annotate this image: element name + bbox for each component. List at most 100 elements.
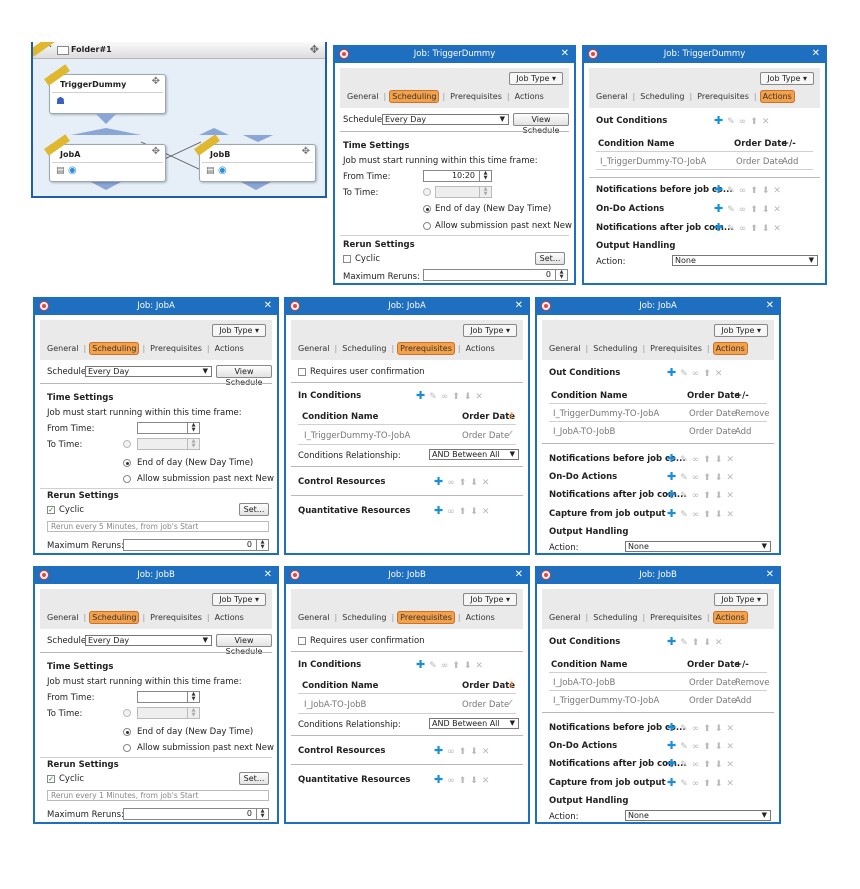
edit-icon[interactable]: ✎ bbox=[680, 760, 692, 770]
tab-actions[interactable]: Actions bbox=[759, 90, 795, 103]
add-icon[interactable]: ✚ bbox=[434, 773, 447, 786]
tab-general[interactable]: General bbox=[547, 612, 583, 623]
delete-icon[interactable]: ✕ bbox=[762, 117, 774, 127]
move-down-icon[interactable]: ⬇ bbox=[762, 186, 774, 196]
tab-scheduling[interactable]: Scheduling bbox=[638, 91, 686, 102]
from-time-input[interactable]: ▲ ▼ bbox=[137, 691, 200, 703]
to-time-radio[interactable] bbox=[423, 188, 431, 196]
delete-icon[interactable]: ✕ bbox=[773, 205, 785, 215]
close-icon[interactable]: ✕ bbox=[264, 300, 272, 311]
set-button[interactable]: Set... bbox=[535, 252, 565, 265]
add-icon[interactable]: ✚ bbox=[714, 202, 727, 215]
tab-general[interactable]: General bbox=[45, 343, 81, 354]
move-up-icon[interactable]: ⬆ bbox=[703, 510, 715, 520]
delete-icon[interactable]: ✕ bbox=[726, 760, 738, 770]
move-down-icon[interactable]: ⬇ bbox=[715, 779, 727, 789]
to-time-input[interactable]: ▲ ▼ bbox=[137, 707, 200, 719]
allow-submission-radio[interactable] bbox=[423, 222, 431, 230]
add-icon[interactable]: ✚ bbox=[416, 389, 429, 402]
close-icon[interactable]: ✕ bbox=[766, 569, 774, 580]
link-icon[interactable]: ∞ bbox=[447, 747, 459, 757]
edit-icon[interactable]: ✎ bbox=[429, 661, 441, 671]
delete-icon[interactable]: ✕ bbox=[726, 742, 738, 752]
delete-icon[interactable]: ✕ bbox=[773, 186, 785, 196]
to-time-input[interactable]: ▲ ▼ bbox=[435, 186, 492, 198]
link-icon[interactable]: ∞ bbox=[447, 478, 459, 488]
edit-icon[interactable]: ✎ bbox=[680, 638, 692, 648]
move-up-icon[interactable]: ⬆ bbox=[703, 491, 715, 501]
view-schedule-button[interactable]: View Schedule bbox=[513, 113, 569, 135]
cyclic-checkbox[interactable]: ✓ bbox=[47, 775, 55, 783]
move-icon[interactable]: ✥ bbox=[302, 146, 310, 157]
move-up-icon[interactable]: ⬆ bbox=[703, 779, 715, 789]
delete-icon[interactable]: ✕ bbox=[773, 224, 785, 234]
tab-scheduling[interactable]: Scheduling bbox=[591, 612, 639, 623]
add-icon[interactable]: ✚ bbox=[416, 658, 429, 671]
move-up-icon[interactable]: ⬆ bbox=[703, 742, 715, 752]
conditions-relationship-select[interactable]: AND Between All ▼ bbox=[429, 449, 519, 460]
schedule-select[interactable]: Every Day ▼ bbox=[85, 635, 212, 646]
delete-icon[interactable]: ✕ bbox=[726, 724, 738, 734]
move-up-icon[interactable]: ⬆ bbox=[452, 392, 464, 402]
move-down-icon[interactable]: ⬇ bbox=[470, 747, 482, 757]
add-icon[interactable]: ✚ bbox=[434, 475, 447, 488]
link-icon[interactable]: ∞ bbox=[692, 510, 704, 520]
add-icon[interactable]: ✚ bbox=[667, 635, 680, 648]
requires-confirmation-checkbox[interactable] bbox=[298, 368, 306, 376]
edit-icon[interactable]: ✎ bbox=[727, 186, 739, 196]
move-up-icon[interactable]: ⬆ bbox=[703, 455, 715, 465]
close-icon[interactable]: ✕ bbox=[561, 48, 569, 59]
edit-icon[interactable]: ✎ bbox=[680, 369, 692, 379]
end-of-day-radio[interactable] bbox=[123, 728, 131, 736]
tab-scheduling[interactable]: Scheduling bbox=[340, 612, 388, 623]
edit-icon[interactable]: ✎ bbox=[680, 491, 692, 501]
edit-icon[interactable]: ✎ bbox=[680, 724, 692, 734]
move-down-icon[interactable]: ⬇ bbox=[715, 742, 727, 752]
add-icon[interactable]: ✚ bbox=[434, 504, 447, 517]
move-up-icon[interactable]: ⬆ bbox=[750, 186, 762, 196]
set-button[interactable]: Set... bbox=[239, 503, 269, 516]
edit-icon[interactable]: ✎ bbox=[680, 779, 692, 789]
tab-actions[interactable]: Actions bbox=[464, 343, 497, 354]
move-down-icon[interactable]: ⬇ bbox=[470, 507, 482, 517]
link-icon[interactable]: ∞ bbox=[692, 760, 704, 770]
close-icon[interactable]: ✕ bbox=[264, 569, 272, 580]
move-down-icon[interactable]: ⬇ bbox=[715, 455, 727, 465]
delete-icon[interactable]: ✕ bbox=[482, 507, 494, 517]
job-type-button[interactable]: Job Type ▾ bbox=[509, 72, 563, 85]
tab-prerequisites[interactable]: Prerequisites bbox=[397, 342, 455, 355]
tab-actions[interactable]: Actions bbox=[213, 343, 246, 354]
action-select[interactable]: None ▼ bbox=[672, 255, 818, 266]
link-icon[interactable]: ∞ bbox=[692, 742, 704, 752]
link-icon[interactable]: ∞ bbox=[739, 205, 751, 215]
conditions-relationship-select[interactable]: AND Between All ▼ bbox=[429, 718, 519, 729]
link-icon[interactable]: ∞ bbox=[441, 661, 453, 671]
end-of-day-radio[interactable] bbox=[123, 459, 131, 467]
move-icon[interactable]: ✥ bbox=[152, 146, 160, 157]
move-down-icon[interactable]: ⬇ bbox=[715, 760, 727, 770]
close-icon[interactable]: ✕ bbox=[515, 569, 523, 580]
link-icon[interactable]: ∞ bbox=[692, 491, 704, 501]
move-up-icon[interactable]: ⬆ bbox=[692, 638, 704, 648]
tab-prerequisites[interactable]: Prerequisites bbox=[648, 343, 704, 354]
delete-icon[interactable]: ✕ bbox=[475, 392, 487, 402]
job-type-button[interactable]: Job Type ▾ bbox=[760, 72, 814, 85]
tab-scheduling[interactable]: Scheduling bbox=[89, 342, 140, 355]
move-up-icon[interactable]: ⬆ bbox=[703, 760, 715, 770]
edit-icon[interactable]: ✎ bbox=[680, 510, 692, 520]
link-icon[interactable]: ∞ bbox=[692, 473, 704, 483]
tab-prerequisites[interactable]: Prerequisites bbox=[148, 612, 204, 623]
maximum-reruns-input[interactable]: 0 ▲ ▼ bbox=[123, 539, 269, 551]
move-up-icon[interactable]: ⬆ bbox=[459, 478, 471, 488]
move-up-icon[interactable]: ⬆ bbox=[750, 224, 762, 234]
add-icon[interactable]: ✚ bbox=[667, 366, 680, 379]
job-type-button[interactable]: Job Type ▾ bbox=[714, 593, 768, 606]
tab-scheduling[interactable]: Scheduling bbox=[389, 90, 440, 103]
tab-actions[interactable]: Actions bbox=[513, 91, 546, 102]
from-time-input[interactable]: 10:20 ▲ ▼ bbox=[423, 170, 492, 182]
move-up-icon[interactable]: ⬆ bbox=[452, 661, 464, 671]
delete-icon[interactable]: ✕ bbox=[482, 747, 494, 757]
job-node-jobb[interactable]: JobB ✥ ▤ ◉ bbox=[194, 134, 316, 182]
add-condition-link[interactable]: Add bbox=[735, 696, 751, 706]
job-type-button[interactable]: Job Type ▾ bbox=[212, 593, 266, 606]
